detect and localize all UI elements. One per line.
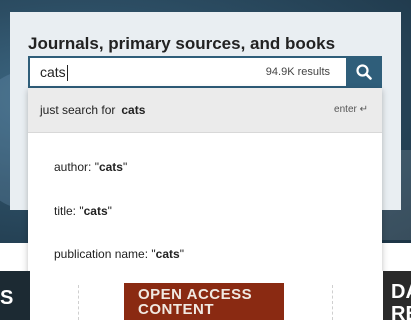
search-heading: Journals, primary sources, and books xyxy=(28,34,336,53)
search-input[interactable]: cats xyxy=(40,58,68,86)
suggestion-suffix: " xyxy=(107,204,112,218)
suggestion-author[interactable]: author: "cats" xyxy=(54,160,127,174)
just-search-option[interactable]: just search for cats enter ↵ xyxy=(28,88,382,133)
enter-hint: enter ↵ xyxy=(334,104,368,115)
divider xyxy=(78,285,79,320)
search-icon xyxy=(356,64,372,80)
suggestion-title[interactable]: title: "cats" xyxy=(54,204,112,218)
search-query: cats xyxy=(40,64,66,80)
just-search-term: cats xyxy=(121,103,146,117)
suggestion-prefix: author: " xyxy=(54,160,99,174)
autocomplete-dropdown: just search for cats enter ↵ author: "cat… xyxy=(28,88,382,285)
suggestion-suffix: " xyxy=(179,247,184,261)
banner-tile-left[interactable]: S xyxy=(0,271,30,320)
suggestion-term: cats xyxy=(83,204,108,218)
suggestion-term: cats xyxy=(98,160,123,174)
suggestion-publication[interactable]: publication name: "cats" xyxy=(54,247,184,261)
results-count: 94.9K results xyxy=(265,66,330,78)
just-search-prefix: just search for xyxy=(40,103,116,117)
banner-left-text: S xyxy=(0,287,14,309)
suggestion-prefix: title: " xyxy=(54,204,84,218)
suggestion-suffix: " xyxy=(122,160,128,174)
search-button[interactable] xyxy=(346,56,382,88)
divider xyxy=(332,285,333,320)
banner-right-line1: DA xyxy=(391,281,411,303)
banner-mid-line2: CONTENT xyxy=(138,301,214,318)
just-search-label: just search for cats xyxy=(40,88,145,132)
suggestion-term: cats xyxy=(155,247,180,261)
banner-right-line2: RE xyxy=(391,303,411,320)
banner-open-access[interactable]: OPEN ACCESS CONTENT xyxy=(124,283,284,320)
banner-mid-line1: OPEN ACCESS xyxy=(138,286,253,303)
text-caret xyxy=(66,65,68,82)
suggestion-prefix: publication name: " xyxy=(54,247,156,261)
banner-tile-right[interactable]: DA RE xyxy=(383,271,411,320)
search-input-box[interactable]: cats 94.9K results xyxy=(28,56,346,88)
